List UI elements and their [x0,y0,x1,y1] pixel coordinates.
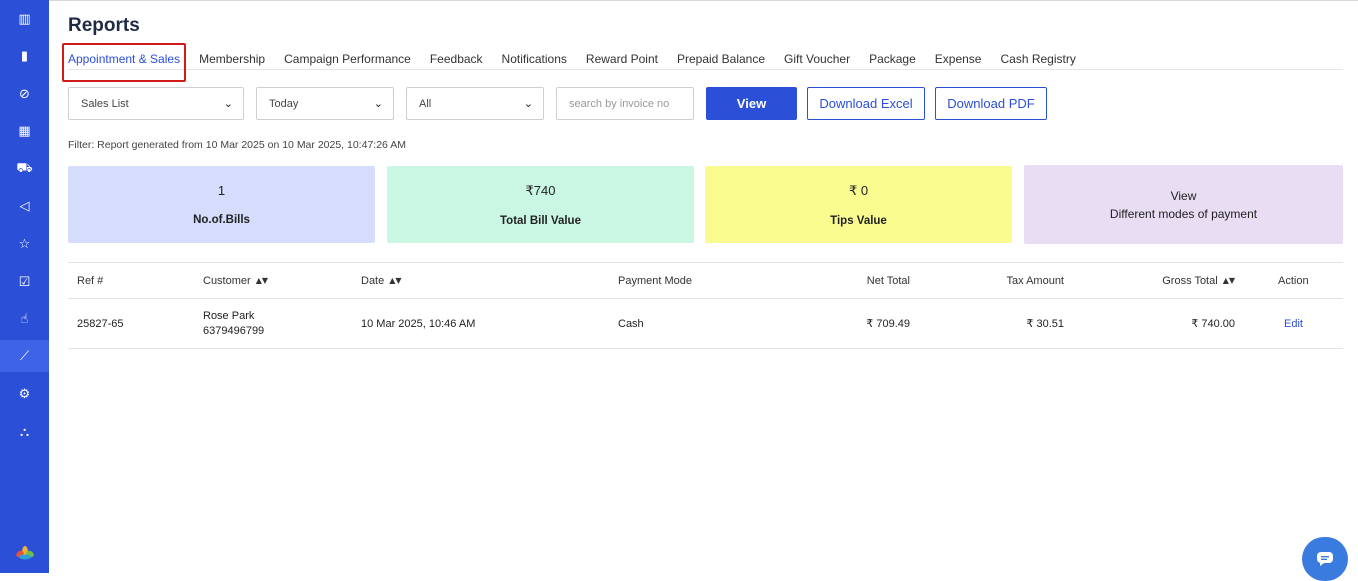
calendar-check-icon[interactable]: ☑ [0,267,49,297]
customer-phone: 6379496799 [203,324,265,337]
tips-label: Tips Value [830,214,887,227]
tab-prepaid-balance[interactable]: Prepaid Balance [677,52,765,70]
sort-icon: ▲▼ [255,276,268,285]
report-type-value: Sales List [81,97,129,110]
analytics-icon[interactable]: ▮ [0,41,49,71]
period-value: Today [269,97,299,110]
tab-campaign-performance[interactable]: Campaign Performance [284,52,411,70]
header-customer[interactable]: Customer ▲▼ [203,263,268,298]
chat-support-button[interactable] [1302,537,1348,581]
report-tabs: Appointment & Sales Membership Campaign … [68,52,1095,70]
edit-link[interactable]: Edit [1284,299,1303,348]
tab-package[interactable]: Package [869,52,916,70]
table-row: 25827-65 Rose Park 6379496799 10 Mar 202… [68,298,1343,349]
payment-modes-label: Different modes of payment [1109,206,1258,221]
header-action: Action [1278,274,1309,287]
dashboard-icon[interactable]: ▥ [0,4,49,34]
sidebar: ▥ ▮ ⊘ ▦ ⛟ ◁ ☆ ☑ ☝ ⟋ ⚙ ⛬ [0,0,49,573]
header-tax-amount: Tax Amount [1006,274,1064,287]
hand-icon[interactable]: ☝ [0,304,49,334]
header-ref: Ref # [77,274,104,287]
total-bill-card: ₹740 Total Bill Value [387,166,694,243]
cell-date: 10 Mar 2025, 10:46 AM [361,317,476,330]
tabs-divider [68,69,1343,70]
calendar-icon[interactable]: ▦ [0,116,49,146]
tab-expense[interactable]: Expense [935,52,982,70]
sort-icon: ▲▼ [389,276,402,285]
brand-logo-icon [0,540,49,566]
table-header: Ref # Customer ▲▼ Date ▲▼ Payment Mode Net… [68,262,1343,298]
header-gross-total-label: Gross Total [1162,274,1218,287]
top-divider [49,0,1358,1]
bills-count-value: 1 [217,183,226,198]
download-excel-button[interactable]: Download Excel [807,87,925,120]
payment-modes-card[interactable]: View Different modes of payment [1024,165,1343,244]
header-net-total: Net Total [866,274,910,287]
sales-table: Ref # Customer ▲▼ Date ▲▼ Payment Mode Net… [68,262,1343,349]
filter-info: Filter: Report generated from 10 Mar 202… [68,139,406,151]
total-bill-value: ₹740 [525,182,556,198]
tab-notifications[interactable]: Notifications [502,52,567,70]
chat-icon [1317,552,1333,566]
page-title: Reports [68,15,140,36]
header-gross-total[interactable]: Gross Total ▲▼ [1128,263,1235,298]
customer-name: Rose Park [203,309,255,322]
cell-ref: 25827-65 [77,317,124,330]
check-circle-icon[interactable]: ⊘ [0,79,49,109]
chevron-down-icon: ⌄ [523,97,533,110]
cell-net-total: ₹ 709.49 [866,318,910,330]
filter-generated-on: 10 Mar 2025, 10:47:26 AM [282,139,406,151]
mode-value: All [419,97,432,110]
invoice-search-input[interactable] [556,87,694,120]
chevron-down-icon: ⌄ [373,97,383,110]
sitemap-icon[interactable]: ⛬ [0,417,49,447]
bills-count-label: No.of.Bills [193,214,250,226]
report-type-select[interactable]: Sales List ⌄ [68,87,244,120]
download-pdf-button[interactable]: Download PDF [935,87,1047,120]
cell-tax-amount: ₹ 30.51 [1026,318,1064,330]
period-select[interactable]: Today ⌄ [256,87,394,120]
header-date-label: Date [361,274,385,287]
settings-icon[interactable]: ⚙ [0,379,49,409]
reports-chart-icon[interactable]: ⟋ [0,340,49,372]
megaphone-icon[interactable]: ◁ [0,191,49,221]
star-icon[interactable]: ☆ [0,229,49,259]
bills-count-card: 1 No.of.Bills [68,166,375,243]
tab-membership[interactable]: Membership [199,52,265,70]
cell-gross-total: ₹ 740.00 [1191,318,1235,330]
sort-icon: ▲▼ [1222,276,1235,285]
payment-modes-view: View [1170,188,1197,203]
tab-gift-voucher[interactable]: Gift Voucher [784,52,850,70]
tips-card: ₹ 0 Tips Value [705,166,1012,243]
mode-select[interactable]: All ⌄ [406,87,544,120]
cell-customer: Rose Park 6379496799 [203,299,264,348]
header-date[interactable]: Date ▲▼ [361,263,402,298]
tab-feedback[interactable]: Feedback [430,52,483,70]
filter-prefix: Filter: Report generated from [68,139,206,151]
tab-cash-registry[interactable]: Cash Registry [1000,52,1075,70]
tab-appointment-sales[interactable]: Appointment & Sales [68,52,181,70]
tips-value: ₹ 0 [848,182,869,198]
chevron-down-icon: ⌄ [223,97,233,110]
tab-reward-point[interactable]: Reward Point [586,52,658,70]
view-button[interactable]: View [706,87,797,120]
header-payment-mode: Payment Mode [618,274,692,287]
filter-from-date: 10 Mar 2025 [205,139,265,151]
total-bill-label: Total Bill Value [500,214,581,227]
cell-payment-mode: Cash [618,317,644,330]
header-customer-label: Customer [203,274,251,287]
car-icon[interactable]: ⛟ [0,154,49,184]
filter-mid: on [264,139,283,151]
